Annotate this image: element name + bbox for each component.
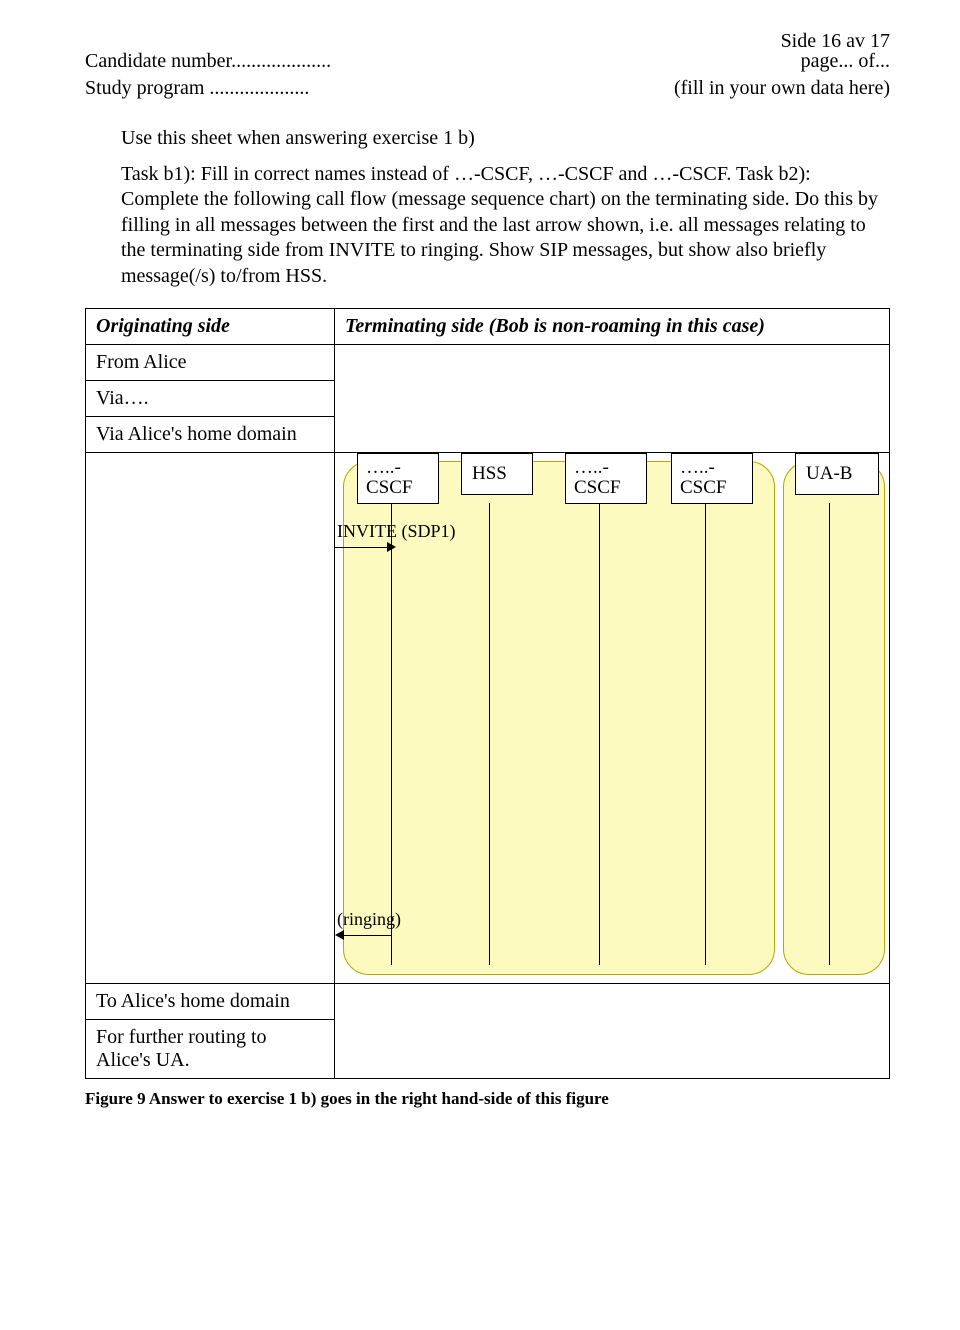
page: Side 16 av 17 Candidate number..........…: [0, 0, 960, 1330]
from-alice-cell: From Alice: [86, 344, 335, 380]
cscf3-lifeline: [705, 503, 706, 965]
via-cell: Via….: [86, 380, 335, 416]
terminating-blank: [335, 344, 890, 452]
table-row: From Alice: [86, 344, 890, 380]
uab-node: UA-B: [795, 453, 879, 496]
visited-domain-box: [783, 461, 885, 975]
cscf2-node: …..-CSCF: [565, 453, 647, 505]
originating-header: Originating side: [86, 308, 335, 344]
page-number: Side 16 av 17: [781, 30, 890, 53]
candidate-number-label: Candidate number....................: [85, 50, 331, 73]
instructions: Use this sheet when answering exercise 1…: [121, 126, 890, 290]
invite-arrowhead-icon: [387, 542, 396, 552]
table-row: To Alice's home domain: [86, 983, 890, 1019]
diagram-left-blank: [86, 452, 335, 983]
further-routing-cell: For further routing to Alice's UA.: [86, 1019, 335, 1078]
header-row-2: Study program .................... (fill…: [85, 77, 890, 100]
cscf1-node: …..-CSCF: [357, 453, 439, 505]
cscf2-lifeline: [599, 503, 600, 965]
uab-lifeline: [829, 503, 830, 965]
diagram: …..-CSCF HSS …..-CSCF …..-CSCF UA-B INVI…: [343, 461, 881, 975]
hss-lifeline: [489, 503, 490, 965]
instructions-lead: Use this sheet when answering exercise 1…: [121, 126, 890, 152]
instructions-body: Task b1): Fill in correct names instead …: [121, 162, 890, 290]
invite-label: INVITE (SDP1): [337, 521, 456, 542]
via-home-cell: Via Alice's home domain: [86, 416, 335, 452]
ringing-arrowhead-icon: [335, 930, 344, 940]
cscf3-node: …..-CSCF: [671, 453, 753, 505]
fill-hint: (fill in your own data here): [674, 77, 890, 100]
invite-arrow-line: [335, 547, 389, 548]
ringing-label: (ringing): [337, 909, 401, 930]
terminating-blank-2: [335, 983, 890, 1078]
page-of-label: page... of...: [801, 50, 890, 73]
cscf1-lifeline: [391, 503, 392, 965]
study-program-label: Study program ....................: [85, 77, 309, 100]
diagram-cell: …..-CSCF HSS …..-CSCF …..-CSCF UA-B INVI…: [335, 452, 890, 983]
figure-caption: Figure 9 Answer to exercise 1 b) goes in…: [85, 1089, 890, 1109]
header-row-1: Candidate number.................... pag…: [85, 50, 890, 73]
answer-table: Originating side Terminating side (Bob i…: [85, 308, 890, 1079]
hss-node: HSS: [461, 453, 533, 496]
table-row: …..-CSCF HSS …..-CSCF …..-CSCF UA-B INVI…: [86, 452, 890, 983]
table-row: Originating side Terminating side (Bob i…: [86, 308, 890, 344]
ringing-arrow-line: [341, 935, 391, 936]
to-home-cell: To Alice's home domain: [86, 983, 335, 1019]
terminating-header: Terminating side (Bob is non-roaming in …: [335, 308, 890, 344]
